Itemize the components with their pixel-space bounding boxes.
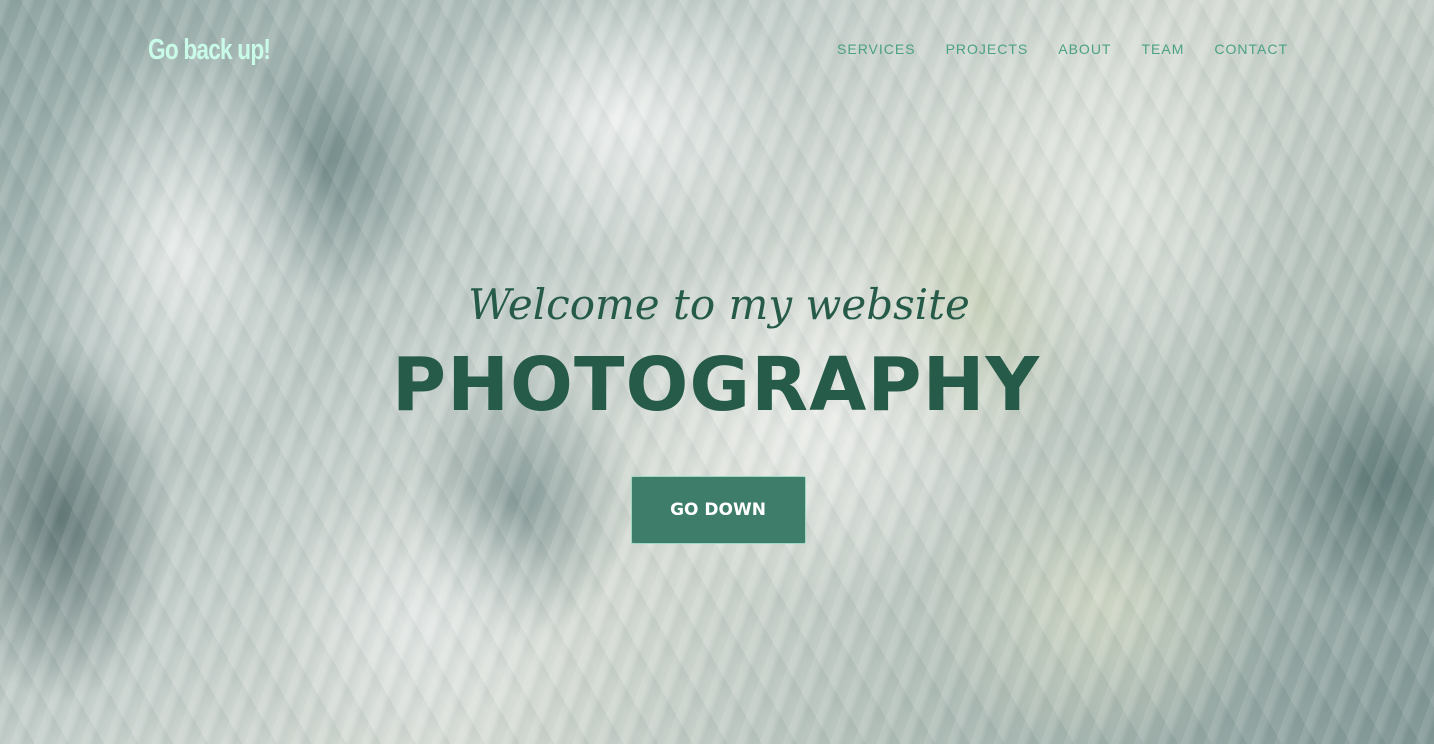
nav-item-about[interactable]: ABOUT xyxy=(1058,41,1111,57)
hero-content: Welcome to my website PHOTOGRAPHY GO DOW… xyxy=(0,278,1434,544)
go-down-button[interactable]: GO DOWN xyxy=(630,476,806,544)
nav-item-services[interactable]: SERVICES xyxy=(837,41,916,57)
hero-heading: PHOTOGRAPHY xyxy=(391,342,1041,428)
nav-item-team[interactable]: TEAM xyxy=(1141,41,1184,57)
nav-item-projects[interactable]: PROJECTS xyxy=(946,41,1029,57)
nav-item-contact[interactable]: CONTACT xyxy=(1214,41,1288,57)
main-nav: SERVICES PROJECTS ABOUT TEAM CONTACT xyxy=(837,41,1288,57)
brand-link[interactable]: Go back up! xyxy=(148,34,271,67)
hero-section: Go back up! SERVICES PROJECTS ABOUT TEAM… xyxy=(0,0,1434,744)
hero-tagline: Welcome to my website xyxy=(468,280,970,329)
